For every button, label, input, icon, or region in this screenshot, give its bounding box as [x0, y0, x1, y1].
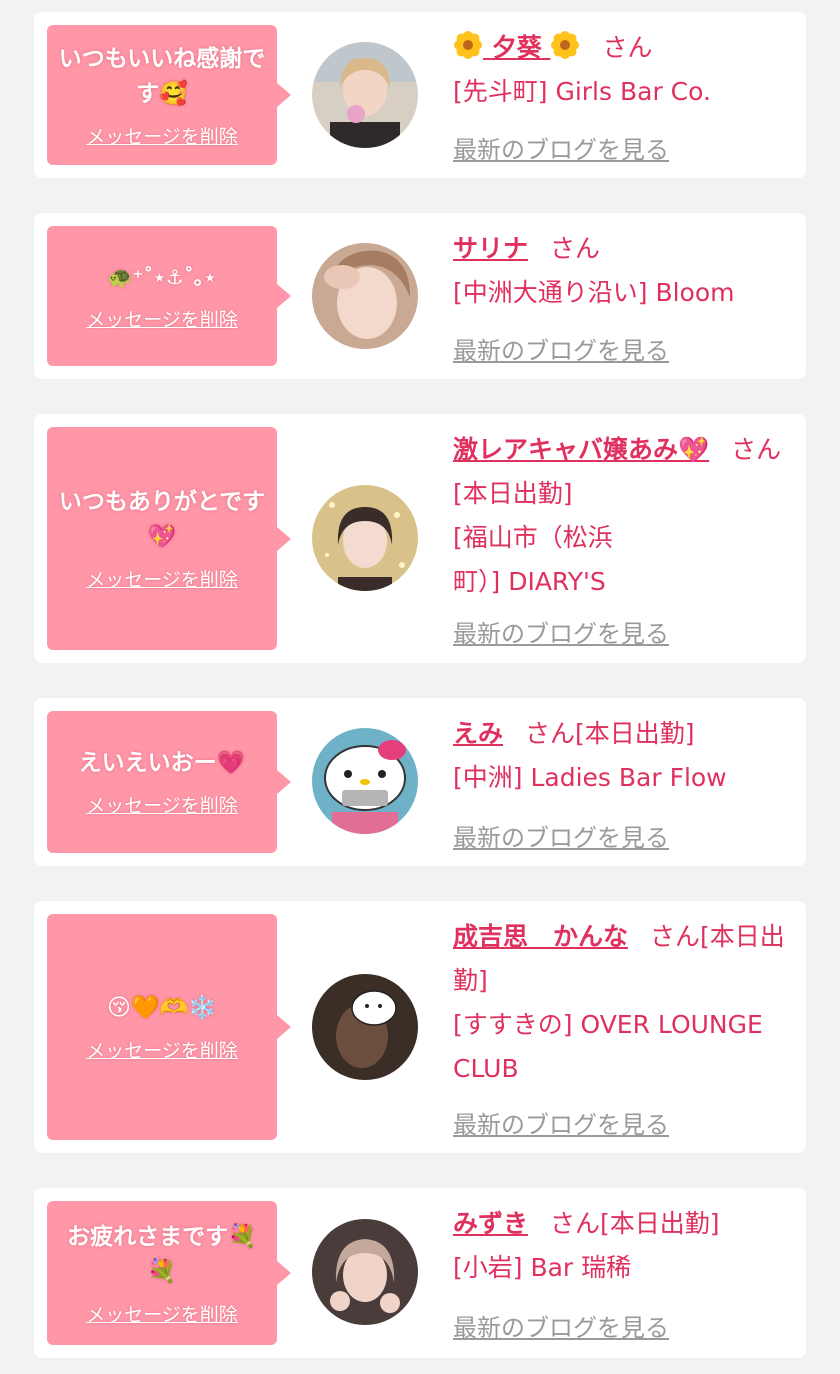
message-bubble: 😚🧡🫶❄️ メッセージを削除 [47, 914, 291, 1140]
shop-place: [小岩] Bar 瑞稀 [453, 1253, 632, 1282]
honorific: さん [731, 435, 782, 464]
shop-place: [中洲] Ladies Bar Flow [453, 763, 727, 792]
girl-info: 激レアキャバ嬢あみ💖 さん [本日出勤] [福山市（松浜町）] DIARY'S [453, 428, 792, 604]
avatar[interactable] [312, 974, 418, 1080]
girl-name-link[interactable]: みずき [453, 1209, 528, 1238]
delete-message-link[interactable]: メッセージを削除 [86, 791, 238, 818]
message-text: えいえいおー💗 [78, 750, 246, 776]
shop-place: [先斗町] Girls Bar Co. [453, 77, 711, 106]
message-bubble: 🐢⁺˚⋆⚓︎˚｡⋆ メッセージを削除 [47, 226, 291, 366]
girl-info: みずき さん[本日出勤] [小岩] Bar 瑞稀 [453, 1202, 792, 1290]
sunflower-icon [454, 31, 482, 59]
message-list: いつもいいね感謝です🥰 メッセージを削除 夕葵 さん [先斗町] Girls B… [0, 0, 840, 1374]
girl-name-link[interactable]: 激レアキャバ嬢あみ💖 [453, 435, 709, 464]
message-card: 🐢⁺˚⋆⚓︎˚｡⋆ メッセージを削除 サリナ さん [中洲大通り沿い] Bloom… [34, 213, 806, 379]
message-bubble: えいえいおー💗 メッセージを削除 [47, 711, 291, 853]
girl-name-link[interactable]: サリナ [453, 234, 528, 263]
latest-blog-link[interactable]: 最新のブログを見る [453, 614, 669, 649]
message-bubble: いつもいいね感謝です🥰 メッセージを削除 [47, 25, 291, 165]
honorific: さん [550, 234, 601, 263]
message-text: 🐢⁺˚⋆⚓︎˚｡⋆ [107, 265, 217, 289]
shop-place: [すすきの] OVER LOUNGE CLUB [453, 1010, 763, 1083]
status-badge: [本日出勤] [575, 719, 695, 748]
delete-message-link[interactable]: メッセージを削除 [86, 1036, 238, 1063]
honorific: さん [650, 922, 701, 951]
girl-name: 夕葵 [491, 33, 542, 62]
message-bubble: お疲れさまです💐💐 メッセージを削除 [47, 1201, 291, 1345]
message-card: お疲れさまです💐💐 メッセージを削除 みずき さん[本日出勤] [小岩] Bar … [34, 1188, 806, 1358]
avatar[interactable] [312, 1219, 418, 1325]
girl-info: えみ さん[本日出勤] [中洲] Ladies Bar Flow [453, 712, 792, 800]
avatar[interactable] [312, 485, 418, 591]
avatar-photo [312, 485, 418, 591]
avatar[interactable] [312, 728, 418, 834]
shop-place: [福山市（松浜町）] DIARY'S [453, 523, 613, 596]
avatar-photo [312, 974, 418, 1080]
girl-info: サリナ さん [中洲大通り沿い] Bloom [453, 227, 792, 315]
message-text: いつもいいね感謝です🥰 [58, 45, 266, 107]
message-text: お疲れさまです💐💐 [67, 1223, 257, 1285]
message-text: いつもありがとです💖 [58, 489, 266, 550]
girl-name-link[interactable]: えみ [453, 719, 503, 748]
avatar-photo [312, 42, 418, 148]
girl-name-link[interactable]: 成吉思 かんな [453, 922, 628, 951]
girl-name-link[interactable]: 夕葵 [453, 31, 580, 62]
message-card: 😚🧡🫶❄️ メッセージを削除 成吉思 かんな さん[本日出勤] [すすきの] OV… [34, 901, 806, 1153]
avatar-photo [312, 1219, 418, 1325]
honorific: さん [525, 719, 576, 748]
delete-message-link[interactable]: メッセージを削除 [86, 122, 238, 149]
status-badge: [本日出勤] [600, 1209, 720, 1238]
delete-message-link[interactable]: メッセージを削除 [86, 1300, 238, 1327]
message-bubble: いつもありがとです💖 メッセージを削除 [47, 427, 291, 650]
girl-info: 成吉思 かんな さん[本日出勤] [すすきの] OVER LOUNGE CLUB [453, 915, 792, 1091]
latest-blog-link[interactable]: 最新のブログを見る [453, 130, 669, 165]
latest-blog-link[interactable]: 最新のブログを見る [453, 1308, 669, 1343]
delete-message-link[interactable]: メッセージを削除 [86, 305, 238, 332]
latest-blog-link[interactable]: 最新のブログを見る [453, 818, 669, 853]
message-text: 😚🧡🫶❄️ [107, 995, 217, 1021]
avatar[interactable] [312, 243, 418, 349]
status-badge: [本日出勤] [453, 479, 573, 508]
avatar-photo [312, 243, 418, 349]
delete-message-link[interactable]: メッセージを削除 [86, 565, 238, 592]
latest-blog-link[interactable]: 最新のブログを見る [453, 331, 669, 366]
avatar-photo [312, 728, 418, 834]
message-card: いつもいいね感謝です🥰 メッセージを削除 夕葵 さん [先斗町] Girls B… [34, 12, 806, 178]
message-card: いつもありがとです💖 メッセージを削除 激レアキャバ嬢あみ💖 さん [本日出勤] [… [34, 414, 806, 663]
message-card: えいえいおー💗 メッセージを削除 えみ さん[本日出勤] [中洲] Ladies … [34, 698, 806, 866]
honorific: さん [602, 33, 653, 62]
girl-info: 夕葵 さん [先斗町] Girls Bar Co. [453, 26, 792, 114]
shop-place: [中洲大通り沿い] Bloom [453, 278, 735, 307]
latest-blog-link[interactable]: 最新のブログを見る [453, 1105, 669, 1140]
avatar[interactable] [312, 42, 418, 148]
honorific: さん [550, 1209, 601, 1238]
sunflower-icon [551, 31, 580, 59]
